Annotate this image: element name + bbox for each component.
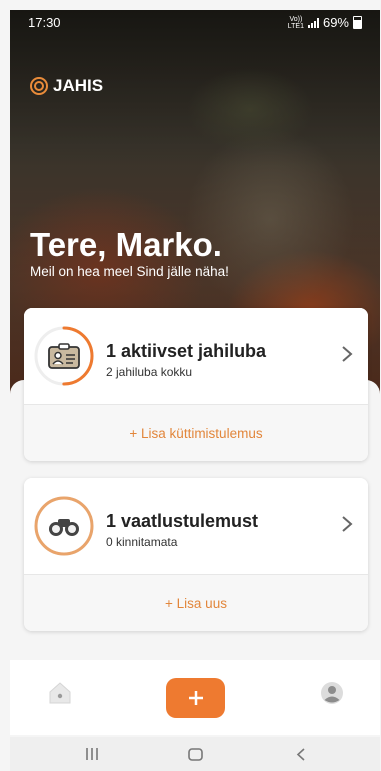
app-screen: 17:30 Vo)) LTE1 69% JAHIS Tere, Marko. Me… xyxy=(0,0,381,771)
status-time: 17:30 xyxy=(28,15,61,30)
battery-icon xyxy=(353,16,362,29)
add-button[interactable] xyxy=(166,678,225,718)
unconfirmed-subtitle: 0 kinnitamata xyxy=(106,535,178,549)
network-indicator: Vo)) LTE1 xyxy=(287,15,304,30)
app-logo: JAHIS xyxy=(30,76,103,96)
observation-progress-ring xyxy=(33,495,95,557)
add-observation-button[interactable]: + Lisa uus xyxy=(24,574,368,631)
signal-icon xyxy=(307,17,319,28)
hunting-permit-summary[interactable]: 1 aktiivset jahiluba 2 jahiluba kokku xyxy=(24,308,368,404)
profile-icon[interactable] xyxy=(320,681,344,705)
add-harvest-result-button[interactable]: + Lisa küttimistulemus xyxy=(24,404,368,461)
greeting-title: Tere, Marko. xyxy=(30,226,222,263)
chevron-right-icon xyxy=(342,346,353,362)
status-bar: 17:30 Vo)) LTE1 69% xyxy=(10,10,370,34)
bottom-navigation xyxy=(10,660,380,735)
hunting-permit-card: 1 aktiivset jahiluba 2 jahiluba kokku + … xyxy=(24,308,368,461)
battery-text: 69% xyxy=(322,15,349,30)
recents-icon[interactable] xyxy=(84,747,100,761)
plus-icon xyxy=(188,691,203,705)
active-permits-title: 1 aktiivset jahiluba xyxy=(106,341,267,361)
observations-title: 1 vaatlustulemust xyxy=(106,511,259,531)
id-card-icon xyxy=(48,343,80,369)
brand-name: JAHIS xyxy=(53,76,104,95)
total-permits-subtitle: 2 jahiluba kokku xyxy=(106,365,193,379)
permit-progress-ring xyxy=(33,325,95,387)
observation-summary[interactable]: 1 vaatlustulemust 0 kinnitamata xyxy=(24,478,368,574)
home-icon[interactable] xyxy=(47,680,73,706)
observation-card: 1 vaatlustulemust 0 kinnitamata + Lisa u… xyxy=(24,478,368,631)
back-icon[interactable] xyxy=(296,748,306,761)
chevron-right-icon xyxy=(342,516,353,532)
home-button-icon[interactable] xyxy=(188,748,203,761)
system-navigation-bar xyxy=(10,737,380,771)
logo-icon xyxy=(30,77,48,95)
greeting-subtitle: Meil on hea meel Sind jälle näha! xyxy=(30,264,229,279)
